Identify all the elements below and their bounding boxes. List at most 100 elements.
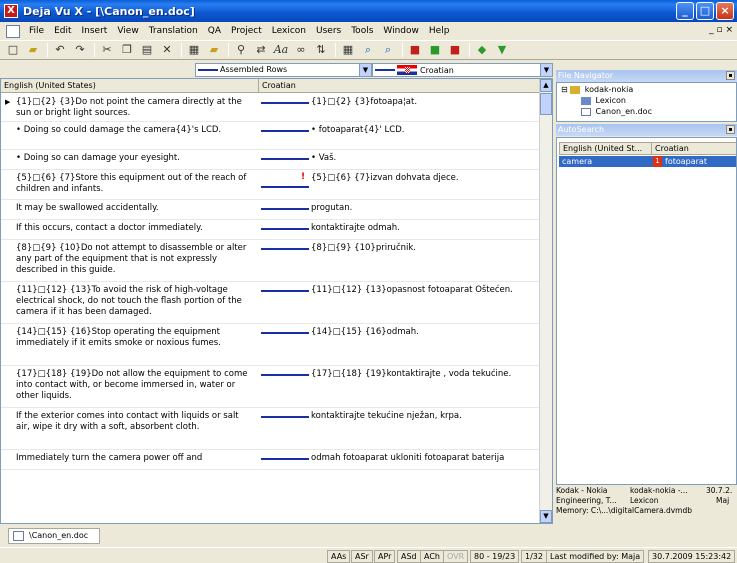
menu-lexicon[interactable]: Lexicon bbox=[267, 26, 311, 36]
menu-insert[interactable]: Insert bbox=[77, 26, 113, 36]
source-cell[interactable]: • Doing so could damage the camera{4}'s … bbox=[16, 125, 254, 136]
target-cell[interactable]: • fotoaparat{4}' LCD. bbox=[311, 125, 541, 136]
scroll-down-icon[interactable]: ▼ bbox=[540, 510, 552, 523]
vertical-scrollbar[interactable]: ▲ ▼ bbox=[539, 79, 552, 523]
autosearch-col-target[interactable]: Croatian bbox=[652, 143, 736, 155]
grid-icon[interactable]: ▦ bbox=[339, 42, 357, 58]
status-asd[interactable]: ASd bbox=[397, 550, 421, 563]
document-tab[interactable]: \Canon_en.doc bbox=[8, 528, 100, 544]
menu-tools[interactable]: Tools bbox=[346, 26, 378, 36]
insert-icon[interactable]: ■ bbox=[406, 42, 424, 58]
tree-item-document[interactable]: Canon_en.doc bbox=[581, 107, 652, 116]
target-cell[interactable]: • Vaš. bbox=[311, 153, 541, 164]
target-cell[interactable]: {5}□{6} {7}izvan dohvata djece. bbox=[311, 173, 541, 184]
source-cell[interactable]: {11}□{12} {13}To avoid the risk of high-… bbox=[16, 285, 254, 318]
autosearch-result-row[interactable]: camera 1 fotoaparat bbox=[559, 156, 736, 167]
collapse-icon[interactable]: ⊟ bbox=[561, 85, 568, 94]
menu-file[interactable]: File bbox=[24, 26, 49, 36]
next-icon[interactable]: ◆ bbox=[473, 42, 491, 58]
sort-icon[interactable]: ⇅ bbox=[312, 42, 330, 58]
target-cell[interactable]: kontaktirajte tekućine nježan, krpa. bbox=[311, 411, 541, 422]
maximize-button[interactable]: □ bbox=[696, 2, 714, 20]
rows-filter-select[interactable]: Assembled Rows ▼ bbox=[195, 63, 372, 77]
table-row[interactable]: If this occurs, contact a doctor immedia… bbox=[1, 220, 541, 240]
table-row[interactable]: • Doing so can damage your eyesight. • Va… bbox=[1, 150, 541, 170]
target-cell[interactable]: {14}□{15} {16}odmah. bbox=[311, 327, 541, 338]
title-bar[interactable]: X Deja Vu X - [\Canon_en.doc] _ □ × bbox=[0, 0, 737, 22]
minimize-button[interactable]: _ bbox=[676, 2, 694, 20]
paste-icon[interactable]: ▤ bbox=[138, 42, 156, 58]
document-icon[interactable] bbox=[6, 24, 20, 38]
target-cell[interactable]: odmah fotoaparat ukloniti fotoaparat bat… bbox=[311, 453, 541, 464]
menu-view[interactable]: View bbox=[112, 26, 143, 36]
zoom-icon[interactable]: ⌕ bbox=[359, 42, 377, 58]
undo-icon[interactable]: ↶ bbox=[51, 42, 69, 58]
table-row[interactable]: {5}□{6} {7}Store this equipment out of t… bbox=[1, 170, 541, 200]
menu-project[interactable]: Project bbox=[226, 26, 267, 36]
status-aas[interactable]: AAs bbox=[327, 550, 351, 563]
scroll-thumb[interactable] bbox=[540, 93, 552, 115]
menu-window[interactable]: Window bbox=[378, 26, 424, 36]
lookup-icon[interactable]: ■ bbox=[446, 42, 464, 58]
link-icon[interactable]: ∞ bbox=[292, 42, 310, 58]
table-row[interactable]: It may be swallowed accidentally. proguta… bbox=[1, 200, 541, 220]
folder-icon[interactable]: ▰ bbox=[205, 42, 223, 58]
target-cell[interactable]: {1}□{2} {3}fotoapa¦at. bbox=[311, 97, 541, 108]
source-cell[interactable]: If the exterior comes into contact with … bbox=[16, 411, 254, 433]
open-icon[interactable]: ▰ bbox=[24, 42, 42, 58]
table-row[interactable]: • Doing so could damage the camera{4}'s … bbox=[1, 122, 541, 150]
autosearch-col-source[interactable]: English (United St... bbox=[560, 143, 652, 155]
properties-icon[interactable]: ▦ bbox=[185, 42, 203, 58]
source-cell[interactable]: {1}□{2} {3}Do not point the camera direc… bbox=[16, 97, 254, 119]
cut-icon[interactable]: ✂ bbox=[98, 42, 116, 58]
menu-users[interactable]: Users bbox=[311, 26, 346, 36]
chevron-down-icon[interactable]: ▼ bbox=[359, 64, 371, 76]
new-icon[interactable]: □ bbox=[4, 42, 22, 58]
replace-icon[interactable]: ⇄ bbox=[252, 42, 270, 58]
pin-icon[interactable]: ▪ bbox=[726, 71, 735, 80]
table-row[interactable]: If the exterior comes into contact with … bbox=[1, 408, 541, 450]
target-cell[interactable]: kontaktirajte odmah. bbox=[311, 223, 541, 234]
status-asr[interactable]: ASr bbox=[351, 550, 373, 563]
menu-translation[interactable]: Translation bbox=[144, 26, 203, 36]
menu-help[interactable]: Help bbox=[424, 26, 455, 36]
column-header-source[interactable]: English (United States) bbox=[1, 79, 259, 93]
menu-qa[interactable]: QA bbox=[203, 26, 226, 36]
source-cell[interactable]: {8}□{9} {10}Do not attempt to disassembl… bbox=[16, 243, 254, 276]
target-cell[interactable]: {11}□{12} {13}opasnost fotoaparat Ošteće… bbox=[311, 285, 541, 296]
table-row[interactable]: {11}□{12} {13}To avoid the risk of high-… bbox=[1, 282, 541, 324]
source-cell[interactable]: • Doing so can damage your eyesight. bbox=[16, 153, 254, 164]
table-row[interactable]: Immediately turn the camera power off an… bbox=[1, 450, 541, 470]
source-cell[interactable]: If this occurs, contact a doctor immedia… bbox=[16, 223, 254, 234]
source-cell[interactable]: It may be swallowed accidentally. bbox=[16, 203, 254, 214]
insert-all-icon[interactable]: ■ bbox=[426, 42, 444, 58]
down-icon[interactable]: ▼ bbox=[493, 42, 511, 58]
status-apr[interactable]: APr bbox=[374, 550, 396, 563]
tree-item-project[interactable]: ⊟ kodak-nokia bbox=[561, 85, 633, 94]
chevron-down-icon[interactable]: ▼ bbox=[540, 64, 552, 76]
target-cell[interactable]: {17}□{18} {19}kontaktirajte , voda tekuć… bbox=[311, 369, 541, 380]
tree-item-lexicon[interactable]: Lexicon bbox=[581, 96, 626, 105]
source-cell[interactable]: {5}□{6} {7}Store this equipment out of t… bbox=[16, 173, 254, 195]
close-button[interactable]: × bbox=[716, 2, 734, 20]
column-header-target[interactable]: Croatian bbox=[259, 79, 541, 93]
pin-icon[interactable]: ▪ bbox=[726, 125, 735, 134]
table-row[interactable]: {14}□{15} {16}Stop operating the equipme… bbox=[1, 324, 541, 366]
language-select[interactable]: Croatian ▼ bbox=[372, 63, 553, 77]
filter-icon[interactable]: ⌕ bbox=[379, 42, 397, 58]
scroll-up-icon[interactable]: ▲ bbox=[540, 79, 552, 92]
table-row[interactable]: {17}□{18} {19}Do not allow the equipment… bbox=[1, 366, 541, 408]
source-cell[interactable]: {14}□{15} {16}Stop operating the equipme… bbox=[16, 327, 254, 349]
redo-icon[interactable]: ↷ bbox=[71, 42, 89, 58]
target-cell[interactable]: {8}□{9} {10}priručnik. bbox=[311, 243, 541, 254]
source-cell[interactable]: {17}□{18} {19}Do not allow the equipment… bbox=[16, 369, 254, 402]
table-row[interactable]: ▶ {1}□{2} {3}Do not point the camera dire… bbox=[1, 94, 541, 122]
font-icon[interactable]: Aa bbox=[272, 42, 290, 58]
delete-icon[interactable]: ✕ bbox=[158, 42, 176, 58]
mdi-controls[interactable]: _ ▫ × bbox=[709, 25, 733, 35]
find-icon[interactable]: ⚲ bbox=[232, 42, 250, 58]
copy-icon[interactable]: ❐ bbox=[118, 42, 136, 58]
target-cell[interactable]: progutan. bbox=[311, 203, 541, 214]
status-ach[interactable]: ACh bbox=[420, 550, 444, 563]
table-row[interactable]: {8}□{9} {10}Do not attempt to disassembl… bbox=[1, 240, 541, 282]
